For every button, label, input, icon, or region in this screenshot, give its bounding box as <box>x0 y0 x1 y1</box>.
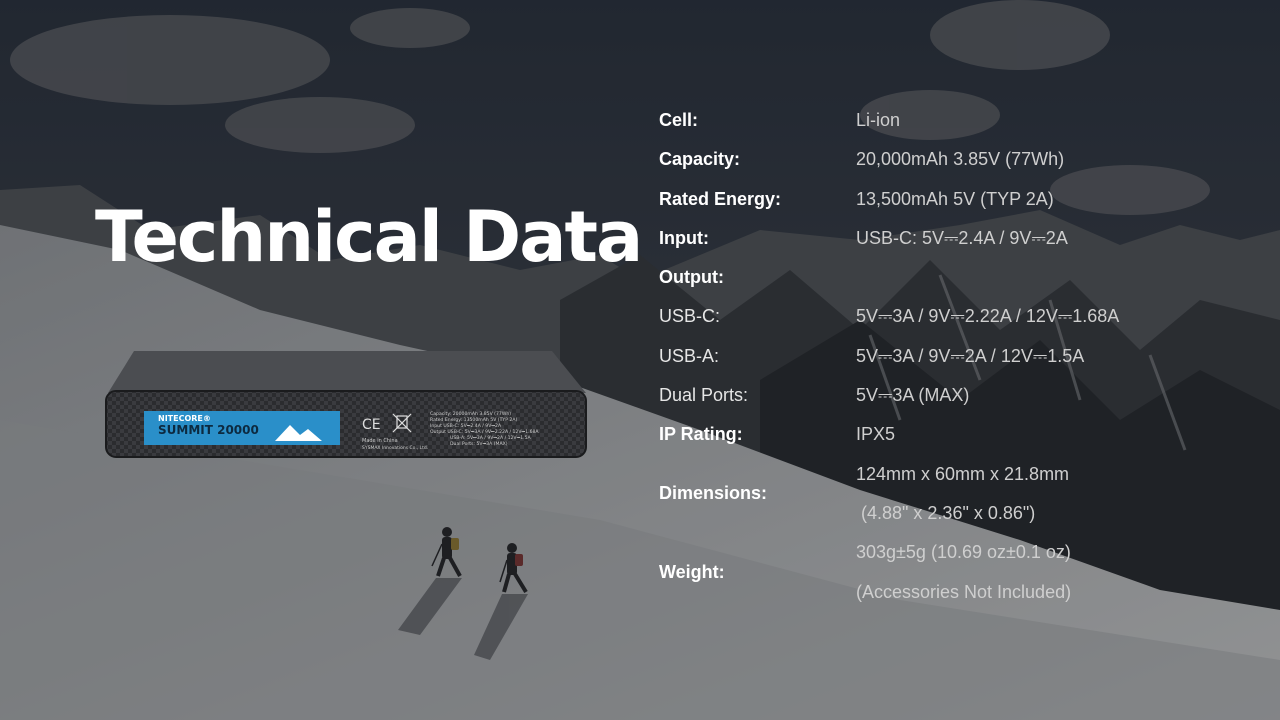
spec-value: Li-ion <box>856 110 901 130</box>
spec-row-dual-ports: Dual Ports: 5V⎓3A (MAX) <box>659 376 1259 415</box>
spec-label: Weight: <box>659 561 725 582</box>
spec-row-output: Output: <box>659 258 1259 297</box>
spec-row-usb-a: USB-A: 5V⎓3A / 9V⎓2A / 12V⎓1.5A <box>659 337 1259 376</box>
spec-value <box>856 258 1259 297</box>
spec-value: 5V⎓3A (MAX) <box>856 385 970 406</box>
label-line: Capacity: 20000mAh 3.85V (77Wh) <box>430 411 511 417</box>
spec-value-line: 303g±5g (10.69 oz±0.1 oz) <box>856 542 1071 563</box>
spec-value: IPX5 <box>856 424 896 445</box>
specs-table: Cell: Li-ion Capacity: 20,000mAh 3.85V (… <box>659 101 1259 612</box>
product-model: SUMMIT 20000 <box>158 423 259 437</box>
spec-value: USB-C: 5V⎓2.4A / 9V⎓2A <box>856 227 1068 248</box>
ce-mark: CE <box>362 417 381 433</box>
spec-label: Cell: <box>659 110 699 130</box>
label-line: USB-A: 5V⎓3A / 9V⎓2A / 12V⎓1.5A <box>450 435 532 441</box>
hikers-illustration <box>398 527 528 660</box>
spec-value: 5V⎓3A / 9V⎓2.22A / 12V⎓1.68A <box>856 306 1120 327</box>
spec-label: Dimensions: <box>659 483 768 504</box>
spec-label: Rated Energy: <box>659 188 782 209</box>
label-line: Input USB-C: 5V⎓2.4A / 9V⎓2A <box>430 423 502 429</box>
spec-row-dimensions: Dimensions: 124mm x 60mm x 21.8mm (4.88"… <box>659 455 1259 534</box>
spec-label: Output: <box>659 267 724 288</box>
spec-value: 5V⎓3A / 9V⎓2A / 12V⎓1.5A <box>856 345 1085 366</box>
spec-label: Dual Ports: <box>659 385 749 406</box>
spec-label: Capacity: <box>659 149 741 170</box>
spec-label: IP Rating: <box>659 424 743 445</box>
spec-row-rated-energy: Rated Energy: 13,500mAh 5V (TYP 2A) <box>659 180 1259 219</box>
spec-value-line: (4.88" x 2.36" x 0.86") <box>856 502 1036 523</box>
product-brand: NITECORE® <box>158 414 211 423</box>
spec-value: 13,500mAh 5V (TYP 2A) <box>856 188 1054 209</box>
spec-row-capacity: Capacity: 20,000mAh 3.85V (77Wh) <box>659 140 1259 179</box>
spec-value: 124mm x 60mm x 21.8mm (4.88" x 2.36" x 0… <box>856 455 1259 534</box>
spec-value: 20,000mAh 3.85V (77Wh) <box>856 149 1065 170</box>
spec-value-line: (Accessories Not Included) <box>856 581 1072 602</box>
spec-label: Input: <box>659 227 709 248</box>
spec-label: USB-C: <box>659 306 721 327</box>
power-bank-image: NITECORE® SUMMIT 20000 CE Made in China … <box>105 351 587 458</box>
made-in-text: Made in China <box>362 438 398 444</box>
maker-text: SYSMAX Innovations Co., Ltd. <box>362 445 428 451</box>
spec-label: USB-A: <box>659 345 720 366</box>
spec-row-input: Input: USB-C: 5V⎓2.4A / 9V⎓2A <box>659 219 1259 258</box>
spec-row-cell: Cell: Li-ion <box>659 101 1259 140</box>
label-line: Rated Energy: 13500mAh 5V (TYP 2A) <box>430 417 517 423</box>
spec-value-line: 124mm x 60mm x 21.8mm <box>856 463 1070 484</box>
spec-value: 303g±5g (10.69 oz±0.1 oz) (Accessories N… <box>856 533 1259 612</box>
spec-row-weight: Weight: 303g±5g (10.69 oz±0.1 oz) (Acces… <box>659 533 1259 612</box>
spec-row-usb-c: USB-C: 5V⎓3A / 9V⎓2.22A / 12V⎓1.68A <box>659 297 1259 336</box>
label-line: Dual Ports: 5V⎓3A (MAX) <box>450 441 508 447</box>
spec-row-ip-rating: IP Rating: IPX5 <box>659 415 1259 454</box>
page-title: Technical Data <box>95 196 643 278</box>
label-line: Output USB-C: 5V⎓3A / 9V⎓2.22A / 12V⎓1.6… <box>430 429 539 435</box>
